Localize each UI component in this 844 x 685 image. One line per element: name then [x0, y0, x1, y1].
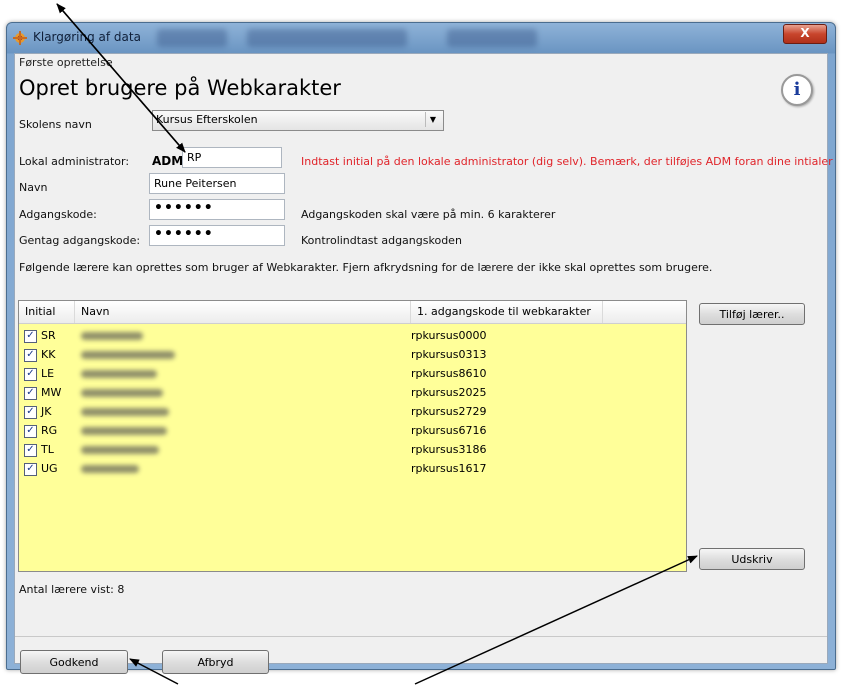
column-header-filler — [603, 301, 687, 323]
row-initial: KK — [41, 348, 56, 361]
local-admin-label: Lokal administrator: — [19, 155, 130, 168]
page-title: Opret brugere på Webkarakter — [19, 76, 341, 100]
row-initial: JK — [41, 405, 52, 418]
name-label: Navn — [19, 181, 48, 194]
row-initial: SR — [41, 329, 56, 342]
row-initial: RG — [41, 424, 58, 437]
row-initial: UG — [41, 462, 58, 475]
table-row[interactable]: ✓ UG rpkursus1617 — [19, 460, 686, 479]
window-title: Klargøring af data — [33, 30, 141, 44]
row-initial: MW — [41, 386, 62, 399]
admin-initials-field[interactable]: RP — [182, 147, 282, 168]
password-field[interactable]: •••••• — [149, 199, 285, 220]
row-password: rpkursus8610 — [411, 367, 487, 380]
row-password: rpkursus0000 — [411, 329, 487, 342]
school-name-label: Skolens navn — [19, 118, 92, 131]
table-row[interactable]: ✓ LE rpkursus8610 — [19, 365, 686, 384]
chevron-down-icon: ▼ — [425, 112, 440, 127]
blurred-taskbar-item — [447, 29, 537, 47]
school-select-value: Kursus Efterskolen — [156, 113, 258, 126]
table-row[interactable]: ✓ JK rpkursus2729 — [19, 403, 686, 422]
footer-divider — [15, 636, 827, 637]
name-field[interactable]: Rune Peitersen — [149, 173, 285, 194]
row-checkbox[interactable]: ✓ — [24, 330, 37, 343]
table-row[interactable]: ✓ MW rpkursus2025 — [19, 384, 686, 403]
blurred-name — [81, 408, 169, 416]
school-select[interactable]: Kursus Efterskolen ▼ — [152, 110, 444, 131]
column-header-password[interactable]: 1. adgangskode til webkarakter — [411, 301, 603, 323]
row-checkbox[interactable]: ✓ — [24, 368, 37, 381]
cancel-button[interactable]: Afbryd — [162, 650, 269, 674]
row-checkbox[interactable]: ✓ — [24, 406, 37, 419]
teachers-info: Følgende lærere kan oprettes som bruger … — [19, 261, 713, 274]
row-password: rpkursus2025 — [411, 386, 487, 399]
table-header: Initial Navn 1. adgangskode til webkarak… — [19, 301, 686, 324]
blurred-name — [81, 389, 163, 397]
blurred-name — [81, 446, 159, 454]
blurred-taskbar-item — [247, 29, 407, 47]
row-checkbox[interactable]: ✓ — [24, 463, 37, 476]
blurred-name — [81, 370, 157, 378]
password-repeat-field[interactable]: •••••• — [149, 225, 285, 246]
dialog-window: Klargøring af data X Første oprettelse O… — [6, 22, 836, 674]
table-row[interactable]: ✓ TL rpkursus3186 — [19, 441, 686, 460]
row-password: rpkursus6716 — [411, 424, 487, 437]
dialog-client: Første oprettelse Opret brugere på Webka… — [14, 53, 833, 674]
table-row[interactable]: ✓ KK rpkursus0313 — [19, 346, 686, 365]
title-bar[interactable]: Klargøring af data X — [7, 23, 835, 53]
blurred-name — [81, 351, 175, 359]
table-row[interactable]: ✓ RG rpkursus6716 — [19, 422, 686, 441]
close-button[interactable]: X — [783, 24, 827, 44]
row-password: rpkursus1617 — [411, 462, 487, 475]
row-checkbox[interactable]: ✓ — [24, 387, 37, 400]
row-password: rpkursus2729 — [411, 405, 487, 418]
teacher-count: Antal lærere vist: 8 — [19, 583, 125, 596]
row-password: rpkursus3186 — [411, 443, 487, 456]
section-label: Første oprettelse — [19, 56, 113, 69]
teachers-table: Initial Navn 1. adgangskode til webkarak… — [18, 300, 687, 572]
blurred-taskbar-item — [157, 29, 227, 47]
blurred-name — [81, 427, 167, 435]
print-button[interactable]: Udskriv — [699, 548, 805, 570]
blurred-name — [81, 332, 143, 340]
row-checkbox[interactable]: ✓ — [24, 444, 37, 457]
column-header-initial[interactable]: Initial — [19, 301, 75, 323]
row-initial: TL — [41, 443, 54, 456]
row-checkbox[interactable]: ✓ — [24, 425, 37, 438]
approve-button[interactable]: Godkend — [20, 650, 128, 674]
password-repeat-hint: Kontrolindtast adgangskoden — [301, 234, 462, 247]
password-hint: Adgangskoden skal være på min. 6 karakte… — [301, 208, 556, 221]
column-header-name[interactable]: Navn — [75, 301, 411, 323]
admin-prefix: ADM — [152, 154, 184, 168]
row-checkbox[interactable]: ✓ — [24, 349, 37, 362]
info-icon[interactable]: i — [781, 74, 813, 106]
app-icon — [13, 31, 27, 45]
row-password: rpkursus0313 — [411, 348, 487, 361]
add-teacher-button[interactable]: Tilføj lærer.. — [699, 303, 805, 325]
blurred-name — [81, 465, 139, 473]
table-row[interactable]: ✓ SR rpkursus0000 — [19, 327, 686, 346]
row-initial: LE — [41, 367, 55, 380]
admin-hint: Indtast initial på den lokale administra… — [301, 155, 833, 168]
password-repeat-label: Gentag adgangskode: — [19, 234, 141, 247]
password-label: Adgangskode: — [19, 208, 97, 221]
